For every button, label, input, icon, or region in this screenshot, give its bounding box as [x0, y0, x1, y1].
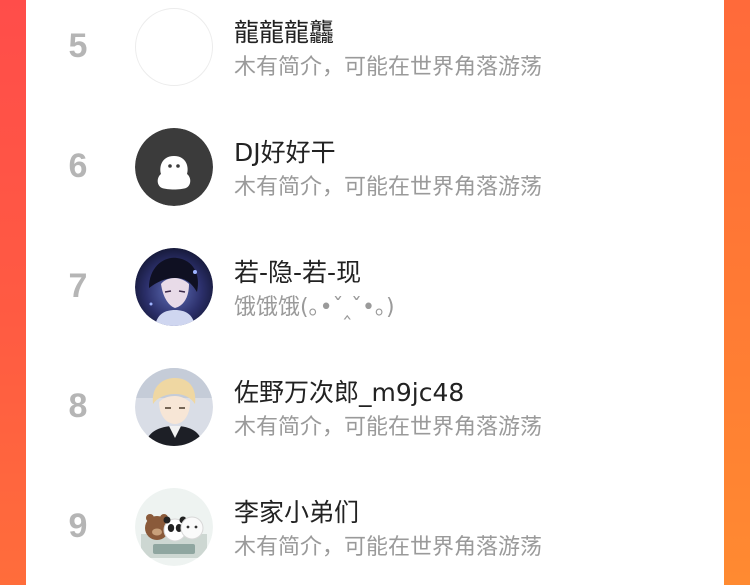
- user-avatar-empty[interactable]: [135, 8, 213, 86]
- ranking-row[interactable]: 9 李家小弟们 木有简介，可能在世界角落游荡: [26, 480, 724, 580]
- user-avatar-anime-boy[interactable]: [135, 248, 213, 326]
- user-avatar-bears[interactable]: [135, 488, 213, 566]
- bears-avatar-icon: [135, 488, 213, 566]
- ranking-row[interactable]: 6 DJ好好干 木有简介，可能在世界角落游荡: [26, 120, 724, 220]
- user-name[interactable]: 若-隐-若-现: [234, 253, 361, 289]
- rank-number: 6: [68, 147, 88, 185]
- anime-boy-avatar-icon: [135, 248, 213, 326]
- rank-number: 5: [68, 27, 88, 65]
- user-bio: 饿饿饿(｡•ˇ‸ˇ•｡): [234, 295, 395, 320]
- user-bio: 木有简介，可能在世界角落游荡: [234, 175, 543, 200]
- user-avatar-anime-blond[interactable]: [135, 368, 213, 446]
- ranking-row[interactable]: 7 若-隐-若-现 饿饿饿(｡•ˇ‸ˇ•｡): [26, 240, 724, 340]
- rank-number: 7: [68, 267, 88, 305]
- rank-number: 8: [68, 387, 88, 425]
- user-avatar-ghost[interactable]: [135, 128, 213, 206]
- user-bio: 木有简介，可能在世界角落游荡: [234, 415, 543, 440]
- user-bio: 木有简介，可能在世界角落游荡: [234, 55, 543, 80]
- left-background-strip: [0, 0, 26, 585]
- rank-number: 9: [68, 507, 88, 545]
- right-background-strip: [724, 0, 750, 585]
- user-name[interactable]: 李家小弟们: [234, 493, 359, 529]
- anime-blond-avatar-icon: [135, 368, 213, 446]
- ranking-row[interactable]: 5 龍龍龍龘 木有简介，可能在世界角落游荡: [26, 0, 724, 100]
- user-name[interactable]: DJ好好干: [234, 133, 336, 169]
- ranking-row[interactable]: 8 佐野万次郎_m9jc48 木有简介，可能在世界角落游荡: [26, 360, 724, 460]
- user-name[interactable]: 龍龍龍龘: [234, 13, 334, 49]
- ghost-avatar-icon: [135, 128, 213, 206]
- ranking-list: 5 龍龍龍龘 木有简介，可能在世界角落游荡 6 DJ好好干 木有简介，可能在世界…: [26, 0, 724, 585]
- user-bio: 木有简介，可能在世界角落游荡: [234, 535, 543, 560]
- user-name[interactable]: 佐野万次郎_m9jc48: [234, 373, 464, 409]
